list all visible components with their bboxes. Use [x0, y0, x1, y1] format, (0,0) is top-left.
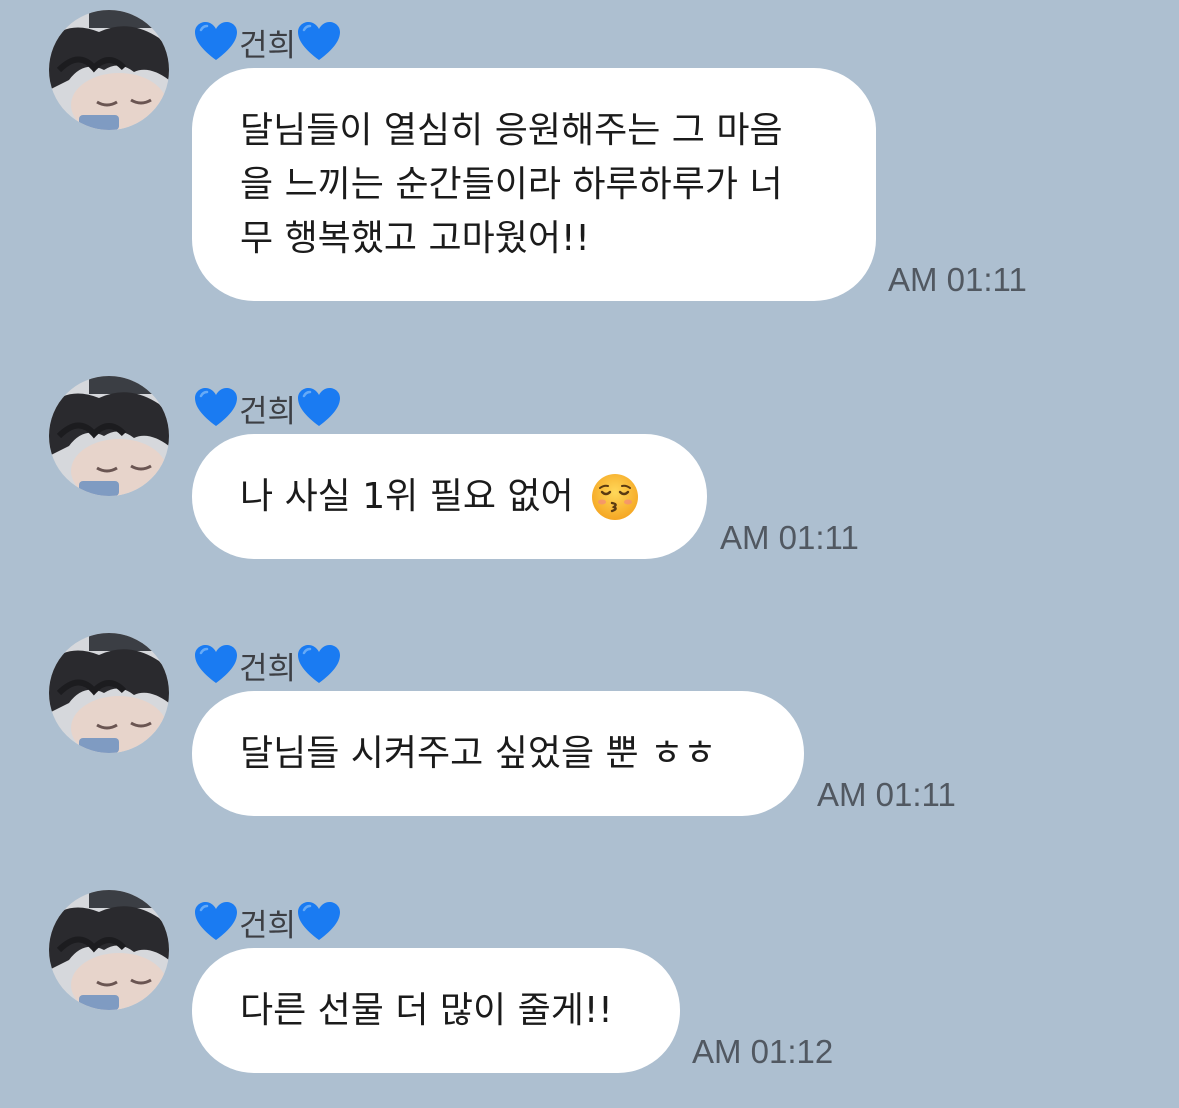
blue-heart-icon	[296, 20, 342, 64]
message-text: 달님들 시켜주고 싶었을 뿐 ㅎㅎ	[240, 732, 717, 774]
message-text: 다른 선물 더 많이 줄게!!	[240, 989, 613, 1031]
chat-message-list[interactable]: 건희 달님들이 열심히 응원해주는 그 마음 을 느끼는 순간들이라 하루하루가…	[0, 0, 1179, 1108]
sender-name-text: 건희	[239, 907, 297, 944]
sender-name: 건희	[193, 900, 342, 944]
sender-name: 건희	[193, 20, 342, 64]
blue-heart-icon	[193, 643, 239, 687]
message-text: 나 사실 1위 필요 없어	[240, 475, 574, 517]
message-bubble[interactable]: 다른 선물 더 많이 줄게!!	[192, 948, 680, 1073]
message-bubble[interactable]: 달님들이 열심히 응원해주는 그 마음 을 느끼는 순간들이라 하루하루가 너 …	[192, 68, 876, 301]
sender-name-text: 건희	[239, 393, 297, 430]
blue-heart-icon	[296, 386, 342, 430]
sender-name: 건희	[193, 643, 342, 687]
kissing-face-emoji-icon	[590, 472, 640, 522]
blue-heart-icon	[296, 900, 342, 944]
blue-heart-icon	[296, 643, 342, 687]
message-bubble[interactable]: 달님들 시켜주고 싶었을 뿐 ㅎㅎ	[192, 691, 804, 816]
message-timestamp: AM 01:11	[817, 776, 956, 813]
message-timestamp: AM 01:11	[720, 519, 859, 556]
sender-avatar[interactable]	[49, 376, 169, 496]
blue-heart-icon	[193, 20, 239, 64]
sender-avatar[interactable]	[49, 890, 169, 1010]
message-timestamp: AM 01:11	[888, 261, 1027, 298]
blue-heart-icon	[193, 900, 239, 944]
sender-name-text: 건희	[239, 27, 297, 64]
sender-name: 건희	[193, 386, 342, 430]
blue-heart-icon	[193, 386, 239, 430]
message-timestamp: AM 01:12	[692, 1033, 834, 1070]
message-text: 달님들이 열심히 응원해주는 그 마음 을 느끼는 순간들이라 하루하루가 너 …	[240, 109, 783, 259]
sender-avatar[interactable]	[49, 633, 169, 753]
sender-avatar[interactable]	[49, 10, 169, 130]
sender-name-text: 건희	[239, 650, 297, 687]
message-bubble[interactable]: 나 사실 1위 필요 없어	[192, 434, 707, 559]
